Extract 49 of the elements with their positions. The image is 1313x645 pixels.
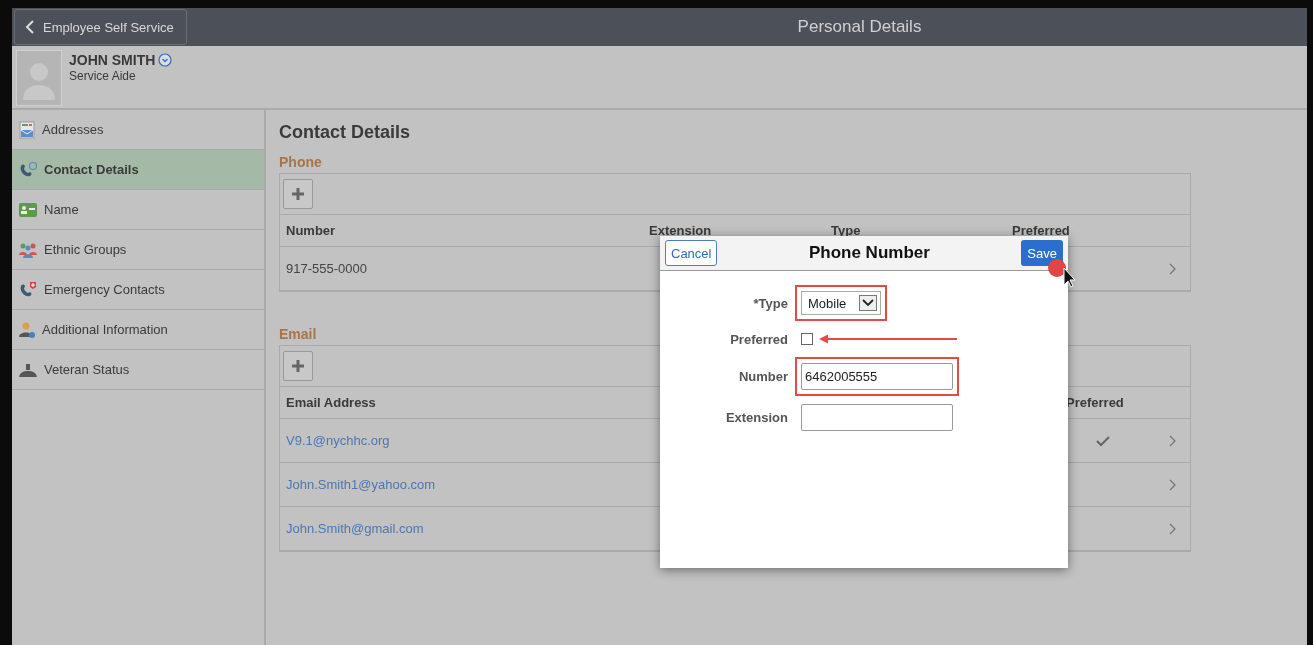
field-label: Extension (724, 410, 788, 425)
sidebar-item[interactable]: Name (12, 190, 264, 230)
text-field[interactable] (801, 404, 953, 431)
field-label: Number (737, 369, 788, 384)
cancel-button[interactable]: Cancel (665, 240, 718, 266)
sidebar-item[interactable]: Contact Details (12, 150, 264, 190)
envelope-icon (18, 120, 36, 139)
chevron-right-icon (1168, 434, 1176, 447)
type-dropdown[interactable]: Mobile (801, 291, 881, 315)
sidebar-item[interactable]: Emergency Contacts (12, 270, 264, 310)
chevron-left-icon (25, 20, 35, 34)
dialog-title: Phone Number (808, 243, 930, 263)
id-card-icon (18, 201, 38, 218)
email-heading: Email (279, 326, 317, 342)
chevron-right-icon (1168, 478, 1176, 491)
sidebar-item[interactable]: Veteran Status (12, 350, 264, 390)
back-button[interactable]: Employee Self Service (14, 9, 187, 45)
column-header: Preferred (1012, 223, 1071, 238)
chevron-right-icon (1168, 262, 1176, 275)
add-button[interactable] (283, 179, 313, 209)
soldier-icon (18, 361, 38, 378)
dropdown-icon (859, 295, 877, 311)
save-button[interactable]: Save (1021, 240, 1063, 266)
avatar-icon (16, 50, 62, 106)
sidebar-item[interactable]: Ethnic Groups (12, 230, 264, 270)
job-title: Service Aide (69, 69, 137, 83)
column-header: Number (286, 223, 337, 238)
preferred-checkbox[interactable] (801, 333, 813, 345)
plus-icon (291, 187, 305, 201)
phone-icon (18, 160, 38, 179)
field-label: *Type (752, 295, 788, 311)
people-icon (18, 241, 38, 258)
field-label: Preferred (729, 331, 788, 347)
phone-heading: Phone (279, 154, 322, 170)
page-title: Personal Details (797, 17, 922, 37)
sidebar-item[interactable]: Additional Information (12, 310, 264, 350)
add-button[interactable] (283, 351, 313, 381)
phone-icon (18, 280, 38, 299)
text-field[interactable]: 6462005555 (801, 363, 953, 390)
section-title: Contact Details (279, 122, 412, 143)
plus-icon (291, 359, 305, 373)
chevron-right-icon (1168, 522, 1176, 535)
employee-name: JOHN SMITH (69, 52, 156, 68)
column-header: Preferred (1066, 395, 1125, 410)
table-cell-text: 917-555-0000 (286, 261, 368, 276)
column-header: Email Address (286, 395, 377, 410)
dropdown-icon[interactable] (158, 53, 173, 67)
person-icon (18, 320, 36, 339)
column-header: Extension (649, 223, 713, 238)
